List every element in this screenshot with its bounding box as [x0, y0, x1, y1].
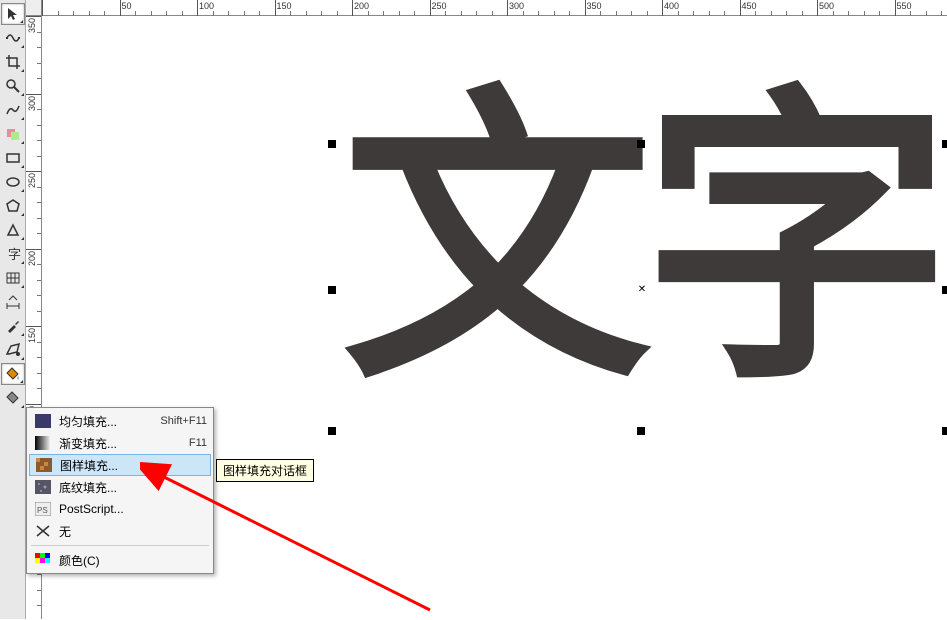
solid-fill-icon: [33, 413, 53, 429]
gradient-fill-icon: [33, 435, 53, 451]
selection-handle-tm[interactable]: [637, 140, 645, 148]
menu-shortcut: F11: [189, 437, 207, 449]
selection-handle-bm[interactable]: [637, 427, 645, 435]
eyedropper-tool[interactable]: [1, 315, 25, 337]
menu-item-fountain-fill[interactable]: 渐变填充... F11: [29, 432, 211, 454]
menu-shortcut: Shift+F11: [160, 415, 207, 427]
crop-tool[interactable]: [1, 51, 25, 73]
menu-separator: [31, 545, 209, 546]
fill-flyout-menu: 均匀填充... Shift+F11 渐变填充... F11 图样填充... 底纹…: [26, 407, 214, 574]
table-tool[interactable]: [1, 267, 25, 289]
menu-label: 均匀填充...: [59, 413, 150, 430]
selection-handle-bl[interactable]: [328, 427, 336, 435]
menu-item-pattern-fill[interactable]: 图样填充...: [29, 454, 211, 476]
menu-item-texture-fill[interactable]: 底纹填充...: [29, 476, 211, 498]
polygon-tool[interactable]: [1, 195, 25, 217]
menu-label: PostScript...: [59, 502, 207, 516]
ruler-corner: [26, 0, 42, 16]
zoom-tool[interactable]: [1, 75, 25, 97]
menu-label: 图样填充...: [60, 457, 206, 474]
menu-item-uniform-fill[interactable]: 均匀填充... Shift+F11: [29, 410, 211, 432]
shape-tool[interactable]: [1, 27, 25, 49]
selection-handle-tl[interactable]: [328, 140, 336, 148]
smart-fill-tool[interactable]: [1, 123, 25, 145]
toolbox: 字: [0, 0, 26, 619]
freehand-tool[interactable]: [1, 99, 25, 121]
pattern-fill-icon: [34, 457, 54, 473]
svg-text:PS: PS: [37, 506, 48, 515]
menu-label: 底纹填充...: [59, 479, 207, 496]
texture-fill-icon: [33, 479, 53, 495]
selection-center[interactable]: ✕: [637, 284, 647, 294]
menu-item-color[interactable]: 颜色(C): [29, 549, 211, 571]
basic-shapes-tool[interactable]: [1, 219, 25, 241]
selection-handle-tr[interactable]: [942, 140, 947, 148]
pick-tool[interactable]: [1, 3, 25, 25]
svg-text:字: 字: [8, 247, 21, 262]
fill-tool[interactable]: [1, 363, 25, 385]
outline-tool[interactable]: [1, 339, 25, 361]
no-fill-icon: [33, 523, 53, 539]
selection-handle-ml[interactable]: [328, 286, 336, 294]
menu-item-no-fill[interactable]: 无: [29, 520, 211, 542]
rectangle-tool[interactable]: [1, 147, 25, 169]
tooltip: 图样填充对话框: [216, 459, 314, 482]
ellipse-tool[interactable]: [1, 171, 25, 193]
interactive-fill-tool[interactable]: [1, 387, 25, 409]
horizontal-ruler: 50100150200250300350400450500550: [26, 0, 947, 16]
selection-handle-br[interactable]: [942, 427, 947, 435]
selection-handle-mr[interactable]: [942, 286, 947, 294]
postscript-fill-icon: PS: [33, 501, 53, 517]
dimension-tool[interactable]: [1, 291, 25, 313]
menu-label: 渐变填充...: [59, 435, 179, 452]
text-tool[interactable]: 字: [1, 243, 25, 265]
menu-label: 无: [59, 523, 207, 540]
menu-label: 颜色(C): [59, 552, 207, 569]
text-object[interactable]: 文字: [342, 86, 942, 396]
color-icon: [33, 552, 53, 568]
menu-item-postscript-fill[interactable]: PS PostScript...: [29, 498, 211, 520]
